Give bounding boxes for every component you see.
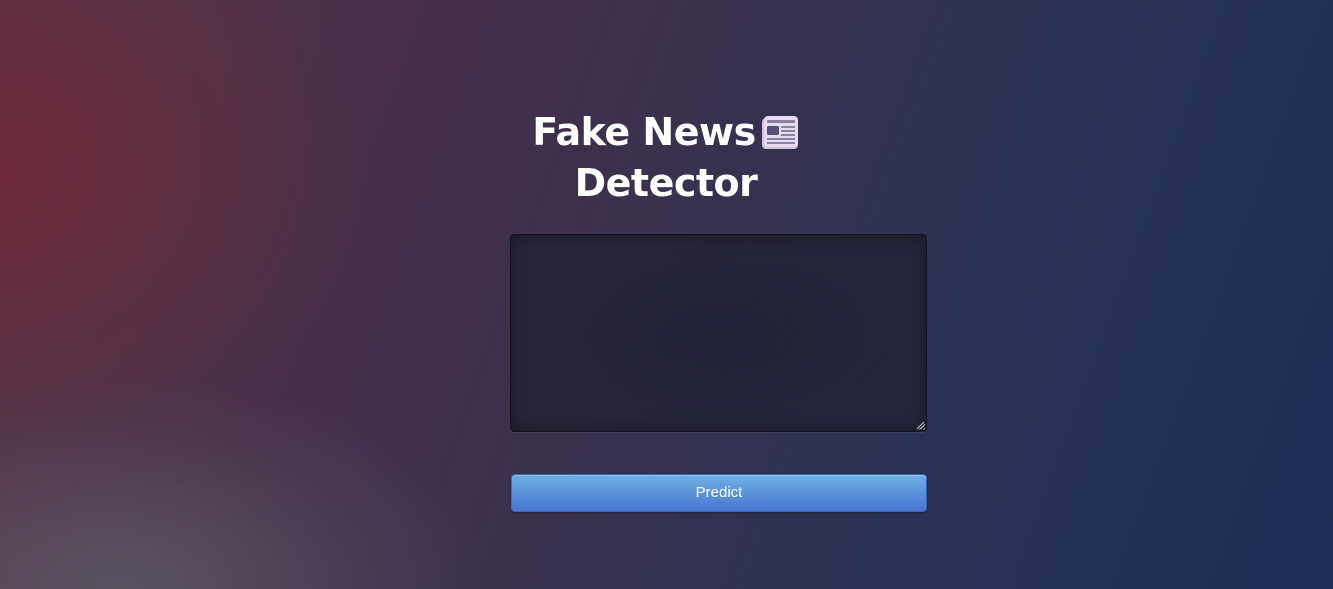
predict-button[interactable]: Predict [511,474,927,512]
newspaper-icon [761,116,798,149]
title-line-2: Detector [574,161,758,205]
news-text-input[interactable] [510,234,927,432]
title-line-1: Fake News [466,107,866,158]
title-text-line-1: Fake News [532,110,756,154]
page-title: Fake News Detector [466,107,866,209]
page: Fake News Detector Predict [0,0,1333,589]
